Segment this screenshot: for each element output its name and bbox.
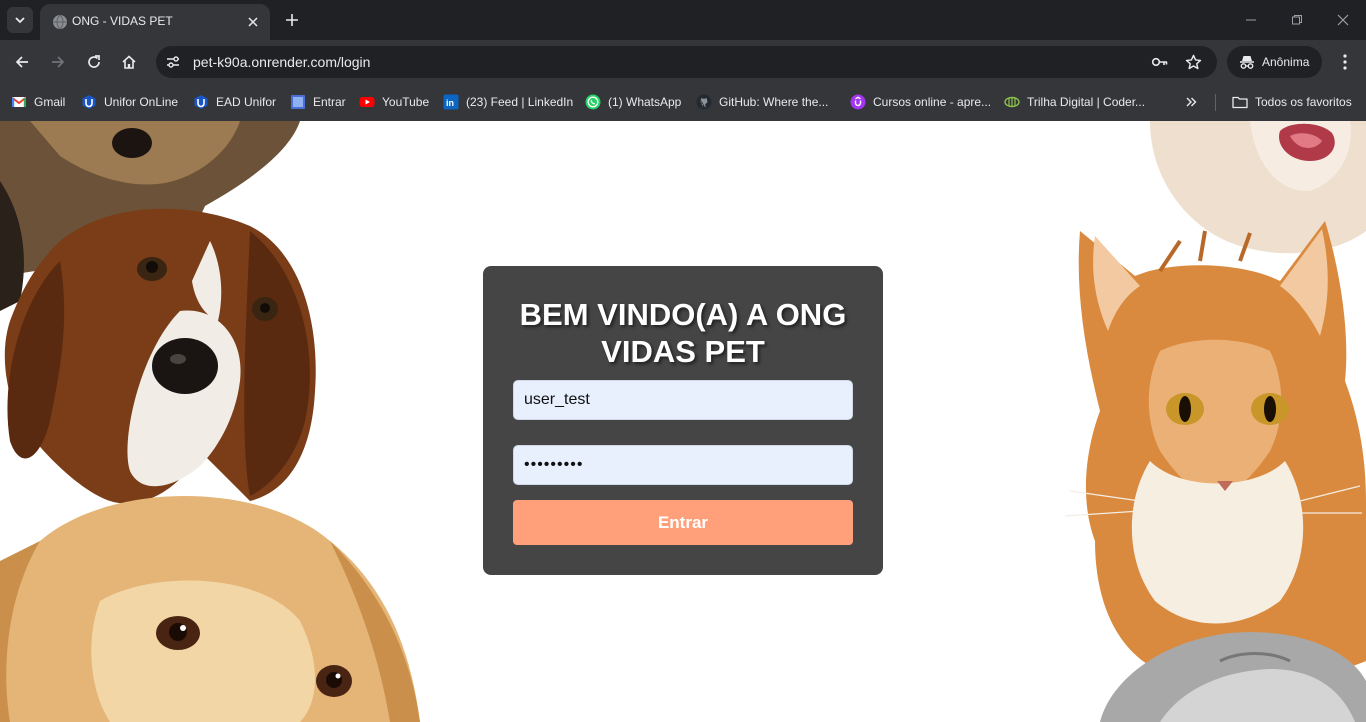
login-button[interactable]: Entrar — [513, 500, 853, 545]
reload-button[interactable] — [83, 51, 105, 73]
minimize-button[interactable] — [1241, 10, 1261, 30]
login-page: BEM VINDO(A) A ONG VIDAS PET Entrar — [0, 121, 1366, 722]
bookmark-label: (23) Feed | LinkedIn — [466, 95, 574, 109]
globe-icon — [53, 14, 67, 30]
svg-text:in: in — [446, 98, 454, 108]
bookmark-trilha-digital[interactable]: Trilha Digital | Coder... — [1004, 92, 1145, 112]
all-bookmarks-label: Todos os favoritos — [1255, 95, 1352, 109]
url-text[interactable]: pet-k90a.onrender.com/login — [193, 54, 370, 70]
browser-menu-button[interactable] — [1334, 51, 1356, 73]
more-bookmarks-button[interactable] — [1181, 92, 1201, 112]
password-key-button[interactable] — [1151, 53, 1169, 71]
whatsapp-icon — [585, 94, 601, 110]
bookmark-linkedin[interactable]: in (23) Feed | LinkedIn — [443, 92, 573, 112]
username-input[interactable] — [513, 380, 853, 420]
profile-label: Anônima — [1262, 55, 1310, 69]
udemy-icon — [850, 94, 866, 110]
bookmark-star-button[interactable] — [1184, 53, 1202, 71]
bookmark-unifor-online[interactable]: Unifor OnLine — [81, 92, 178, 112]
restore-button[interactable] — [1287, 10, 1307, 30]
browser-tab-bar: ONG - VIDAS PET — [0, 0, 1366, 40]
home-button[interactable] — [118, 51, 140, 73]
site-info-button[interactable] — [164, 53, 182, 71]
bookmarks-separator — [1215, 94, 1216, 111]
close-window-button[interactable] — [1333, 10, 1353, 30]
double-chevron-right-icon — [1186, 97, 1197, 107]
reload-icon — [88, 55, 100, 68]
bookmark-ead-unifor[interactable]: EAD Unifor — [193, 92, 276, 112]
browser-toolbar: pet-k90a.onrender.com/login Anônima — [0, 40, 1366, 84]
tune-icon — [167, 56, 179, 68]
browser-tab[interactable]: ONG - VIDAS PET — [40, 4, 270, 40]
all-bookmarks-button[interactable]: Todos os favoritos — [1232, 92, 1352, 112]
close-icon — [1337, 14, 1349, 26]
bookmark-label: EAD Unifor — [216, 95, 277, 109]
bookmark-udemy[interactable]: Cursos online - apre... — [850, 92, 991, 112]
home-icon — [122, 55, 136, 69]
key-icon — [1151, 57, 1168, 67]
entrar-icon — [291, 95, 305, 109]
bookmark-label: (1) WhatsApp — [608, 95, 682, 109]
bookmark-entrar[interactable]: Entrar — [290, 92, 346, 112]
chevron-down-icon — [15, 17, 25, 24]
github-icon — [696, 94, 712, 110]
bookmark-label: Entrar — [313, 95, 346, 109]
tab-title: ONG - VIDAS PET — [72, 14, 173, 28]
tab-search-button[interactable] — [7, 7, 33, 33]
address-bar[interactable]: pet-k90a.onrender.com/login — [156, 46, 1217, 78]
bookmarks-bar: Gmail Unifor OnLine EAD Unifor Entrar Yo… — [0, 84, 1366, 121]
bookmark-label: Cursos online - apre... — [873, 95, 992, 109]
bookmark-youtube[interactable]: YouTube — [359, 92, 429, 112]
linkedin-icon: in — [443, 94, 459, 110]
bookmark-label: GitHub: Where the... — [719, 95, 829, 109]
dogs-illustration — [0, 121, 420, 722]
tab-close-button[interactable] — [244, 13, 262, 31]
new-tab-button[interactable] — [281, 9, 303, 31]
folder-icon — [1232, 96, 1248, 109]
close-icon — [248, 17, 258, 27]
incognito-profile-button[interactable]: Anônima — [1227, 46, 1322, 78]
trilha-digital-icon — [1004, 96, 1020, 108]
password-input[interactable] — [513, 445, 853, 485]
arrow-right-icon — [52, 56, 65, 68]
plus-icon — [286, 14, 298, 26]
bookmark-label: YouTube — [382, 95, 430, 109]
star-icon — [1185, 54, 1201, 69]
incognito-icon — [1240, 56, 1254, 69]
bookmark-whatsapp[interactable]: (1) WhatsApp — [585, 92, 681, 112]
page-title: BEM VINDO(A) A ONG VIDAS PET — [519, 297, 847, 369]
back-button[interactable] — [11, 51, 33, 73]
login-card: BEM VINDO(A) A ONG VIDAS PET Entrar — [483, 266, 883, 575]
minimize-icon — [1246, 19, 1256, 21]
bookmark-label: Unifor OnLine — [104, 95, 179, 109]
arrow-left-icon — [15, 56, 28, 68]
bookmark-github[interactable]: GitHub: Where the... — [696, 92, 828, 112]
cats-illustration — [1064, 121, 1366, 722]
bookmark-label: Gmail — [34, 95, 66, 109]
bookmark-label: Trilha Digital | Coder... — [1027, 95, 1146, 109]
gmail-icon — [11, 97, 27, 107]
unifor-icon — [82, 95, 96, 109]
forward-button[interactable] — [47, 51, 69, 73]
bookmark-gmail[interactable]: Gmail — [11, 92, 65, 112]
restore-icon — [1292, 15, 1302, 25]
youtube-icon — [359, 97, 375, 107]
ead-unifor-icon — [194, 95, 208, 109]
more-vertical-icon — [1343, 54, 1347, 70]
